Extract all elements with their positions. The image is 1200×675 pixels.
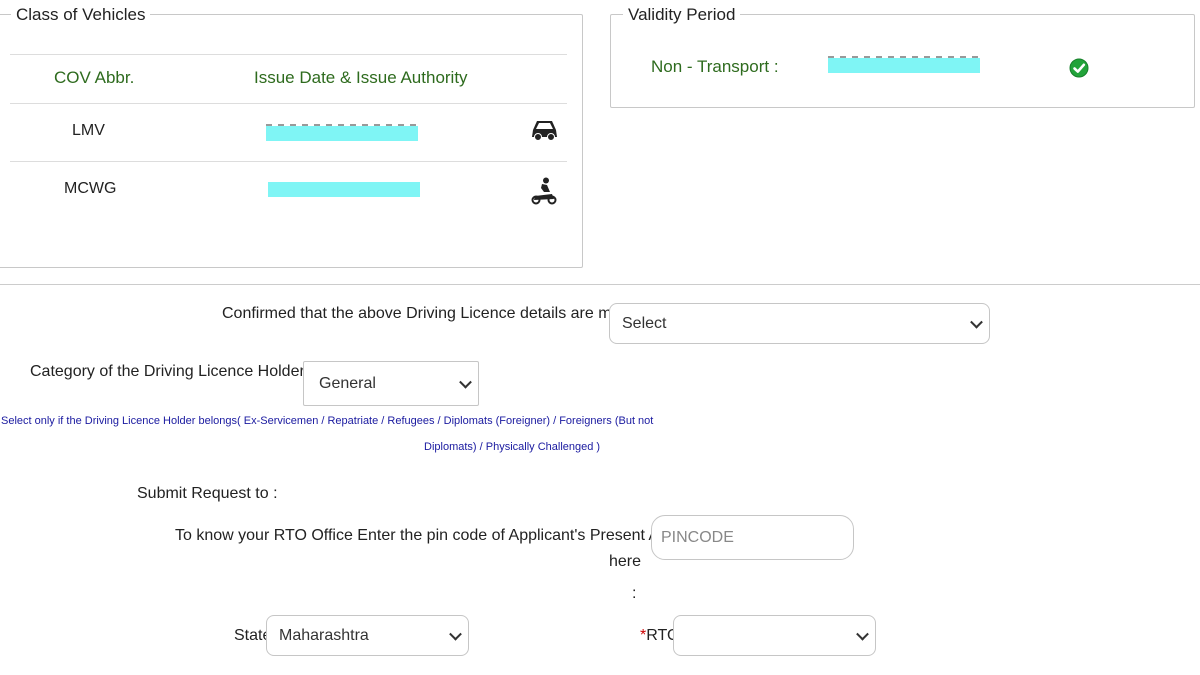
divider — [10, 161, 567, 162]
section-divider — [0, 284, 1200, 285]
state-select-value: Maharashtra — [279, 626, 369, 644]
confirm-select-value: Select — [622, 314, 667, 332]
confirm-label: Confirmed that the above Driving Licence… — [222, 305, 638, 322]
validity-period-legend: Validity Period — [623, 5, 741, 25]
issue-header: Issue Date & Issue Authority — [254, 68, 468, 87]
chevron-down-icon — [459, 375, 472, 389]
car-icon — [530, 117, 559, 148]
pincode-input[interactable] — [651, 515, 854, 560]
pin-label-line-2: here — [609, 553, 642, 570]
chevron-down-icon — [856, 627, 869, 641]
category-note-line-1: Select only if the Driving Licence Holde… — [1, 415, 654, 427]
category-note-line-2: Diplomats) / Physically Challenged ) — [424, 441, 601, 453]
non-transport-label: Non - Transport : — [651, 57, 779, 76]
category-select-value: General — [319, 374, 376, 392]
category-select[interactable]: General — [303, 361, 479, 406]
class-of-vehicles-legend: Class of Vehicles — [11, 5, 151, 25]
cov-abbr-header: COV Abbr. — [54, 68, 135, 87]
motorcycle-icon — [531, 177, 557, 210]
divider — [10, 103, 567, 104]
divider — [10, 54, 567, 55]
redacted-issue-info — [268, 182, 420, 197]
check-circle-icon — [1069, 58, 1089, 83]
chevron-down-icon — [449, 627, 462, 641]
redacted-validity-dates — [828, 56, 980, 73]
cov-mcwg: MCWG — [64, 180, 117, 197]
redacted-issue-info — [266, 124, 418, 141]
class-of-vehicles-panel: Class of Vehicles — [0, 5, 583, 268]
cov-lmv: LMV — [72, 122, 105, 139]
chevron-down-icon — [970, 315, 983, 329]
pin-label-line-3: : — [632, 585, 637, 602]
category-label: Category of the Driving Licence Holder : — [30, 363, 314, 380]
confirm-select[interactable]: Select — [609, 303, 990, 344]
submit-request-label: Submit Request to : — [137, 485, 278, 502]
rto-select[interactable] — [673, 615, 876, 656]
pin-label-line-1: To know your RTO Office Enter the pin co… — [175, 527, 708, 544]
state-select[interactable]: Maharashtra — [266, 615, 469, 656]
